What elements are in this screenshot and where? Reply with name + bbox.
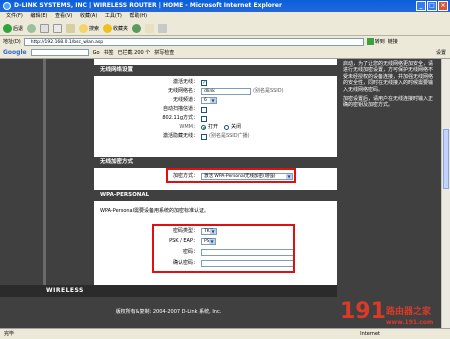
favorites-button[interactable]: 收藏夹 <box>103 23 128 33</box>
80211g-checkbox[interactable] <box>201 115 207 122</box>
menu-view[interactable]: 查看(V) <box>55 13 72 19</box>
menu-bar: 文件(F) 编辑(E) 查看(V) 收藏(A) 工具(T) 帮助(H) <box>0 12 450 21</box>
menu-favorites[interactable]: 收藏(A) <box>80 13 97 19</box>
ie-logo-icon <box>3 2 11 10</box>
toolbar: 后退 搜索 收藏夹 <box>0 21 450 36</box>
hidden-wireless-row: 激活隐藏无线： (别名是SSID广播) <box>162 133 250 140</box>
left-divider <box>43 59 46 285</box>
address-input[interactable]: http://192.168.0.1/bsc_wlan.asp <box>23 37 364 46</box>
window-title-bar: D-LINK SYSTEMS, INC | WIRELESS ROUTER | … <box>0 0 450 12</box>
star-icon <box>103 23 113 33</box>
mail-button[interactable] <box>145 23 155 33</box>
home-button[interactable] <box>66 23 76 33</box>
help-text: 启动，为了让您的无线网络更加安全，请进行无线加密设置，方可保护无线网络不受未经授… <box>343 61 435 112</box>
google-search-input[interactable] <box>30 49 89 56</box>
google-go-button[interactable]: Go <box>93 50 100 56</box>
status-text: 完毕 <box>4 331 15 337</box>
search-icon <box>79 23 89 33</box>
forward-button[interactable] <box>27 23 37 33</box>
go-button[interactable]: 转到 <box>366 38 385 45</box>
print-button[interactable] <box>158 23 168 33</box>
help-paragraph-2: 加密设置后，请用户在无线连接时输入正确的密钥及加密方式。 <box>343 96 434 109</box>
address-bar: 地址(D) http://192.168.0.1/bsc_wlan.asp 转到… <box>0 36 450 47</box>
search-button[interactable]: 搜索 <box>79 23 99 33</box>
history-button[interactable] <box>132 23 142 33</box>
stop-button[interactable] <box>40 23 50 33</box>
ssid-row: 无线网络名： dlink (别名是SSID) <box>167 88 284 95</box>
google-settings-button[interactable]: 设置 <box>436 49 446 56</box>
refresh-button[interactable] <box>53 23 63 33</box>
wmm-row: WMM： 打开 关闭 <box>179 124 242 130</box>
menu-help[interactable]: 帮助(H) <box>129 13 147 19</box>
wmm-on-radio[interactable] <box>201 125 206 130</box>
encryption-heading: 无线加密方式 <box>94 157 337 168</box>
wpa-fields-highlight <box>152 224 295 273</box>
scrollbar-thumb[interactable] <box>443 129 449 189</box>
copyright-text: 版权所有&复制: 2004-2007 D-Link 系统, Inc. <box>0 297 337 328</box>
menu-file[interactable]: 文件(F) <box>6 13 23 19</box>
wpa-personal-heading: WPA-PERSONAL <box>94 190 337 201</box>
channel-row: 无线频道： 6 ▼ <box>94 96 337 105</box>
auto-scan-checkbox[interactable] <box>201 106 207 113</box>
auto-scan-row: 自动扫描信道： <box>94 105 337 114</box>
hidden-wireless-checkbox[interactable] <box>201 133 207 140</box>
ssid-input[interactable]: dlink <box>201 88 251 95</box>
status-bar: 完毕 Internet <box>0 328 450 339</box>
page-viewport: 无线网络设置 激活无线： 无线网络名： dlink (别名是SSID) 无线频道… <box>0 59 441 328</box>
forward-arrow-icon <box>27 23 37 33</box>
minimize-button[interactable]: _ <box>416 1 426 11</box>
wmm-off-radio[interactable] <box>224 125 230 130</box>
google-toolbar: Google Go 书签 已拦截 200 个 拼写检查 设置 <box>0 47 450 59</box>
help-paragraph-1: 启动，为了让您的无线网络更加安全，请进行无线加密设置，方可保护无线网络不受未经授… <box>343 61 434 93</box>
80211g-row: 802.11g方式： <box>94 114 337 123</box>
home-icon <box>66 23 76 33</box>
channel-select[interactable]: 6 ▼ <box>201 97 217 104</box>
window-title: D-LINK SYSTEMS, INC | WIRELESS ROUTER | … <box>14 2 282 9</box>
links-button[interactable]: 链接 <box>388 38 398 45</box>
mail-icon <box>145 23 155 33</box>
popup-blocked-button[interactable]: 已拦截 200 个 <box>118 49 151 56</box>
wireless-brand-band: WIRELESS <box>0 285 337 297</box>
history-icon <box>132 23 142 33</box>
chevron-down-icon: ▼ <box>210 98 216 103</box>
enable-wireless-checkbox[interactable] <box>201 78 207 87</box>
print-icon <box>158 23 168 33</box>
close-button[interactable]: × <box>438 1 448 11</box>
refresh-icon <box>53 23 63 33</box>
encryption-highlight <box>166 168 296 183</box>
bookmarks-button[interactable]: 书签 <box>104 49 114 56</box>
wireless-settings-heading: 无线网络设置 <box>94 65 337 76</box>
address-label: 地址(D) <box>3 39 21 45</box>
stop-icon <box>40 23 50 33</box>
vertical-scrollbar[interactable] <box>441 59 450 328</box>
maximize-button[interactable]: □ <box>427 1 437 11</box>
menu-tools[interactable]: 工具(T) <box>105 13 122 19</box>
watermark-number: 191 <box>340 299 386 324</box>
site-watermark: 191 路由器之家 www.191.com <box>340 299 433 327</box>
wpa-description: WPA-Personal需要设备用系统的加密标准认证。 <box>100 208 210 214</box>
spellcheck-button[interactable]: 拼写检查 <box>154 49 174 56</box>
google-logo: Google <box>3 49 27 56</box>
help-column: 启动，为了让您的无线网络更加安全，请进行无线加密设置，方可保护无线网络不受未经授… <box>337 59 441 328</box>
watermark-url: www.191.com <box>386 319 434 326</box>
back-arrow-icon <box>3 23 12 33</box>
back-button[interactable]: 后退 <box>3 23 23 33</box>
enable-wireless-row: 激活无线： <box>94 78 337 87</box>
go-arrow-icon <box>366 38 374 45</box>
menu-edit[interactable]: 编辑(E) <box>30 13 47 19</box>
